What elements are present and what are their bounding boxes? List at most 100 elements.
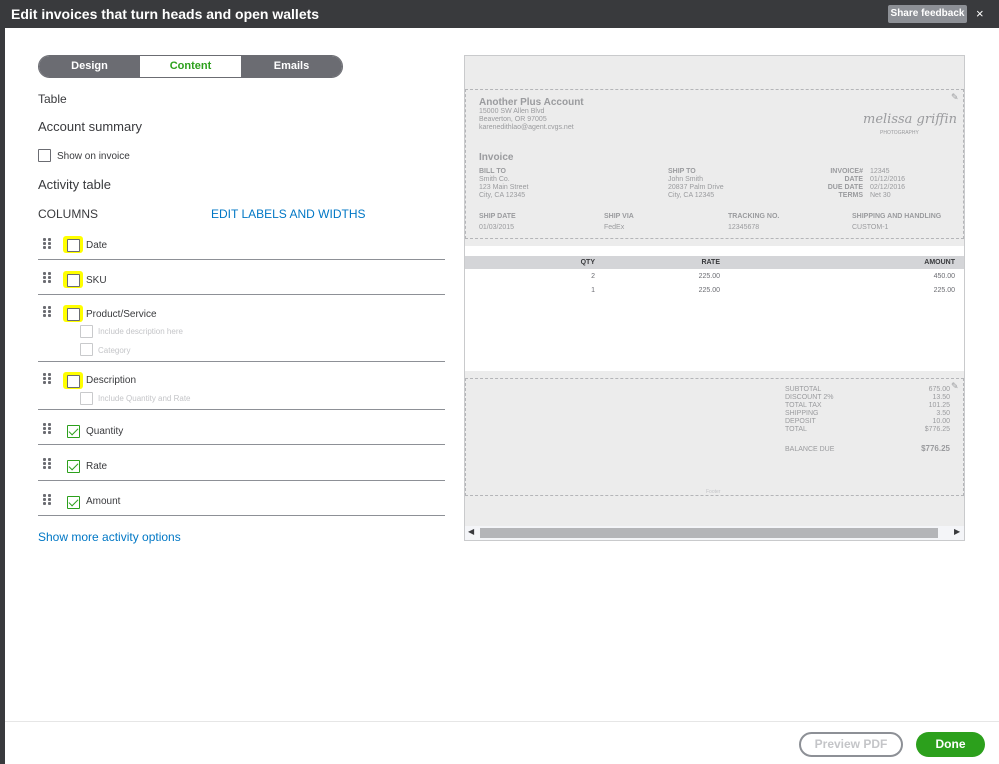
ship-value: FedEx — [604, 224, 625, 231]
scroll-right-icon[interactable]: ▶ — [954, 527, 960, 536]
totals-value: $776.25 — [924, 426, 950, 433]
table-cell-qty: 2 — [591, 273, 595, 280]
company-address-2: Beaverton, OR 97005 — [479, 116, 547, 123]
table-cell-qty: 1 — [591, 287, 595, 294]
company-name: Another Plus Account — [479, 97, 584, 108]
ship-to-line: City, CA 12345 — [668, 192, 715, 199]
show-more-activity-link[interactable]: Show more activity options — [38, 530, 181, 544]
edit-pencil-icon[interactable]: ✎ — [951, 381, 959, 392]
divider — [38, 480, 445, 481]
horizontal-scrollbar[interactable]: ◀ ▶ — [465, 526, 964, 540]
footer-section[interactable] — [465, 378, 964, 496]
totals-label: SUBTOTAL — [785, 386, 822, 393]
totals-label: TOTAL — [785, 426, 807, 433]
meta-value: 01/12/2016 — [870, 176, 906, 183]
table-header: QTY — [580, 259, 595, 266]
footer-divider — [5, 721, 999, 722]
ship-header: SHIP DATE — [479, 213, 516, 220]
scroll-left-icon[interactable]: ◀ — [468, 527, 474, 536]
title-bar: Edit invoices that turn heads and open w… — [0, 0, 999, 28]
totals-label: TOTAL TAX — [785, 402, 822, 409]
meta-label: INVOICE# — [830, 168, 863, 175]
edit-labels-link[interactable]: EDIT LABELS AND WIDTHS — [211, 207, 365, 221]
include-quantity-rate-label: Include Quantity and Rate — [98, 394, 191, 403]
close-icon[interactable]: × — [976, 6, 984, 22]
table-cell-rate: 225.00 — [698, 273, 720, 280]
totals-value: 13.50 — [932, 394, 950, 401]
category-checkbox[interactable] — [80, 343, 93, 356]
column-label-rate: Rate — [86, 461, 108, 472]
show-on-invoice-label: Show on invoice — [57, 151, 130, 162]
ship-value: CUSTOM-1 — [852, 224, 889, 231]
bill-to-line: City, CA 12345 — [479, 192, 526, 199]
include-quantity-rate-checkbox[interactable] — [80, 392, 93, 405]
ship-header: SHIP VIA — [604, 213, 634, 220]
show-on-invoice-checkbox[interactable] — [38, 149, 51, 162]
company-address-1: 15000 SW Allen Blvd — [479, 108, 545, 115]
ship-header: SHIPPING AND HANDLING — [852, 213, 942, 220]
divider — [38, 409, 445, 410]
bill-to-line: 123 Main Street — [479, 184, 529, 191]
include-description-label: Include description here — [98, 327, 183, 336]
date-checkbox[interactable] — [67, 239, 80, 252]
amount-checkbox[interactable] — [67, 496, 80, 509]
totals-label: DISCOUNT 2% — [785, 394, 834, 401]
include-description-checkbox[interactable] — [80, 325, 93, 338]
tab-content[interactable]: Content — [140, 56, 241, 77]
drag-handle-icon[interactable] — [43, 458, 51, 470]
drag-handle-icon[interactable] — [43, 306, 51, 318]
ship-header: TRACKING NO. — [728, 213, 780, 220]
company-email: karenedithlao@agent.cvgs.net — [479, 124, 574, 131]
tab-design[interactable]: Design — [39, 56, 140, 77]
logo-text: melissa griffin — [863, 112, 957, 127]
balance-due-label: BALANCE DUE — [785, 446, 835, 453]
column-label-sku: SKU — [86, 275, 107, 286]
quantity-checkbox[interactable] — [67, 425, 80, 438]
meta-label: DATE — [844, 176, 863, 183]
ship-to-label: SHIP TO — [668, 168, 696, 175]
share-feedback-button[interactable]: Share feedback — [888, 5, 967, 23]
logo-subtext: PHOTOGRAPHY — [880, 130, 919, 136]
category-label: Category — [98, 346, 131, 355]
tab-bar: Design Content Emails — [38, 55, 343, 78]
meta-value: 12345 — [870, 168, 890, 175]
bill-to-label: BILL TO — [479, 168, 506, 175]
rate-checkbox[interactable] — [67, 460, 80, 473]
drag-handle-icon[interactable] — [43, 373, 51, 385]
column-label-date: Date — [86, 240, 108, 251]
description-checkbox[interactable] — [67, 375, 80, 388]
totals-label: DEPOSIT — [785, 418, 816, 425]
drag-handle-icon[interactable] — [43, 423, 51, 435]
totals-value: 10.00 — [932, 418, 950, 425]
column-label-amount: Amount — [86, 496, 121, 507]
divider — [38, 294, 445, 295]
invoice-heading: Invoice — [479, 152, 514, 163]
column-label-description: Description — [86, 375, 137, 386]
divider — [38, 259, 445, 260]
sku-checkbox[interactable] — [67, 274, 80, 287]
ship-to-line: 20837 Palm Drive — [668, 184, 724, 191]
totals-value: 3.50 — [936, 410, 950, 417]
preview-pdf-button[interactable]: Preview PDF — [799, 732, 903, 757]
tab-emails[interactable]: Emails — [241, 56, 342, 77]
totals-label: SHIPPING — [785, 410, 819, 417]
done-button[interactable]: Done — [916, 732, 985, 757]
drag-handle-icon[interactable] — [43, 238, 51, 250]
columns-heading: COLUMNS — [38, 207, 99, 221]
column-label-product-service: Product/Service — [86, 309, 157, 320]
scroll-thumb[interactable] — [480, 528, 938, 538]
totals-value: 675.00 — [928, 386, 950, 393]
divider — [38, 515, 445, 516]
dialog-title: Edit invoices that turn heads and open w… — [11, 6, 320, 22]
table-cell-rate: 225.00 — [698, 287, 720, 294]
column-label-quantity: Quantity — [86, 426, 124, 437]
product-service-checkbox[interactable] — [67, 308, 80, 321]
table-header: RATE — [701, 259, 720, 266]
edit-pencil-icon[interactable]: ✎ — [951, 92, 959, 103]
divider — [38, 361, 445, 362]
bill-to-line: Smith Co. — [479, 176, 510, 183]
activity-table-heading: Activity table — [38, 177, 111, 192]
drag-handle-icon[interactable] — [43, 494, 51, 506]
drag-handle-icon[interactable] — [43, 272, 51, 284]
invoice-preview: Another Plus Account 15000 SW Allen Blvd… — [464, 55, 965, 541]
